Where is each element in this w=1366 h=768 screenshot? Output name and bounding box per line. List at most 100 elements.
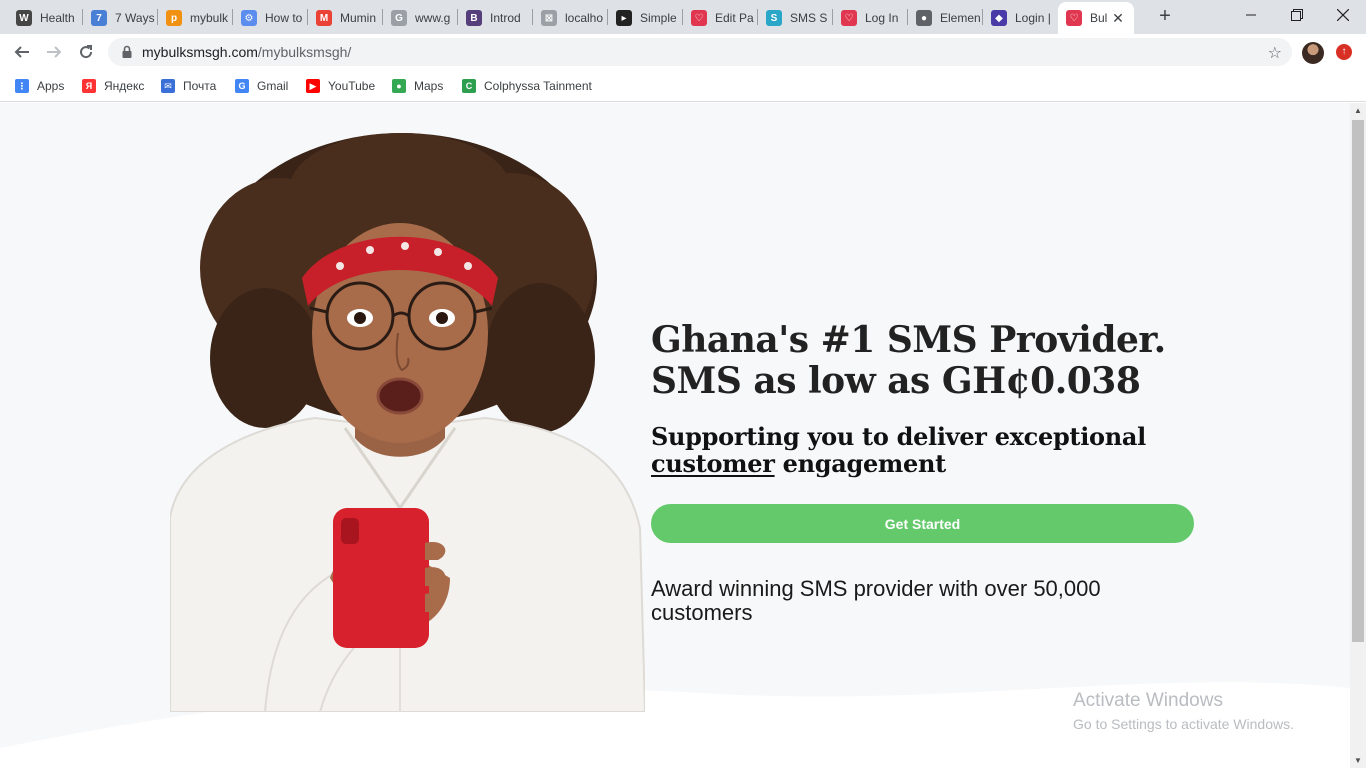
- bookmark-colphyssa-tainment[interactable]: C Colphyssa Tainment: [462, 77, 592, 95]
- back-arrow-icon: [14, 46, 29, 58]
- figure-icon: 7: [91, 10, 107, 26]
- bookmark-label: Apps: [37, 79, 65, 93]
- forward-arrow-icon: [47, 46, 62, 58]
- tab[interactable]: ⊠ localho: [533, 2, 608, 34]
- gmail-icon: M: [316, 10, 332, 26]
- tab[interactable]: W Health: [8, 2, 83, 34]
- extension-update-icon[interactable]: ↑: [1336, 44, 1352, 60]
- bookmark-label: Gmail: [257, 79, 289, 93]
- bookmark-maps[interactable]: ● Maps: [392, 77, 443, 95]
- hero-headline: Ghana's #1 SMS Provider. SMS as low as G…: [651, 320, 1211, 402]
- globe-icon: ●: [916, 10, 932, 26]
- address-url: mybulksmsgh.com/mybulksmsgh/: [142, 44, 351, 60]
- bookmark-label: Почта: [183, 79, 217, 93]
- bookmark-youtube[interactable]: ▶ YouTube: [306, 77, 375, 95]
- gear-icon: ⚙: [241, 10, 257, 26]
- bookmark-apps[interactable]: ⋮ Apps: [15, 77, 64, 95]
- tab-title: SMS S: [790, 11, 828, 25]
- tab[interactable]: ♡ Log In: [833, 2, 908, 34]
- page-scrollbar[interactable]: ▲ ▼: [1350, 103, 1366, 768]
- yandex-icon: Я: [82, 79, 96, 93]
- tab[interactable]: Gwww.g: [383, 2, 458, 34]
- tab-title: mybulk: [190, 11, 229, 25]
- broken-image-icon: ⊠: [541, 10, 557, 26]
- tab[interactable]: B Introd: [458, 2, 533, 34]
- bulksms-icon: ♡: [841, 10, 857, 26]
- bookmark-label: YouTube: [328, 79, 376, 93]
- minimize-button[interactable]: [1228, 0, 1274, 30]
- close-icon: [1337, 9, 1349, 21]
- bootstrap-icon: B: [466, 10, 482, 26]
- hero-subheading: Supporting you to deliver exceptional cu…: [651, 423, 1211, 477]
- back-button[interactable]: [8, 38, 36, 66]
- subhead-line-2: customer engagement: [651, 450, 1211, 477]
- get-started-button[interactable]: Get Started: [651, 504, 1194, 543]
- subhead-line-1: Supporting you to deliver exceptional: [651, 422, 1146, 451]
- wordpress-icon: W: [16, 10, 32, 26]
- windows-activation-watermark: Activate Windows Go to Settings to activ…: [1073, 689, 1294, 733]
- watermark-title: Activate Windows: [1073, 690, 1223, 711]
- tab[interactable]: S SMS S: [758, 2, 833, 34]
- tab-title: Introd: [490, 11, 521, 25]
- tab-title: Simple: [640, 11, 677, 25]
- phpmyadmin-icon: p: [166, 10, 182, 26]
- tab-title: Elemen: [940, 11, 981, 25]
- hero-photo: [170, 133, 645, 712]
- bookmark-gmail[interactable]: G Gmail: [235, 77, 288, 95]
- bulksms-icon: ♡: [691, 10, 707, 26]
- minimize-icon: [1246, 14, 1256, 16]
- bookmark-label: Maps: [414, 79, 444, 93]
- new-tab-button[interactable]: +: [1153, 5, 1177, 29]
- tab-title: www.g: [415, 11, 451, 25]
- subhead-rest: engagement: [774, 449, 947, 478]
- page-viewport: Ghana's #1 SMS Provider. SMS as low as G…: [0, 103, 1350, 768]
- tab[interactable]: ● Elemen: [908, 2, 983, 34]
- tab[interactable]: ◆ Login |: [983, 2, 1058, 34]
- forward-button[interactable]: [40, 38, 68, 66]
- close-tab-icon[interactable]: ✕: [1110, 10, 1126, 26]
- tab[interactable]: p mybulk: [158, 2, 233, 34]
- tab-title: Log In: [865, 11, 899, 25]
- restore-icon: [1291, 9, 1303, 21]
- bookmark-почта[interactable]: ✉ Почта: [161, 77, 216, 95]
- watermark-subtitle: Go to Settings to activate Windows.: [1073, 716, 1294, 732]
- scroll-up-arrow-icon[interactable]: ▲: [1354, 106, 1362, 115]
- google-icon: G: [391, 10, 407, 26]
- tab[interactable]: M Mumin: [308, 2, 383, 34]
- scrollbar-thumb[interactable]: [1352, 120, 1364, 642]
- bookmark-яндекс[interactable]: Я Яндекс: [82, 77, 144, 95]
- hero-tagline: Award winning SMS provider with over 50,…: [651, 576, 1101, 625]
- tab[interactable]: ⚙ How to: [233, 2, 308, 34]
- tab-title: Bul: [1090, 11, 1108, 25]
- profile-avatar[interactable]: [1302, 42, 1324, 64]
- headline-line-1: Ghana's #1 SMS Provider.: [651, 319, 1166, 361]
- reload-icon: [80, 45, 93, 59]
- tab-strip: W Health 7 7 Ways p mybulk ⚙ How to M Mumin Gwww.g…: [0, 0, 1366, 34]
- scroll-down-arrow-icon[interactable]: ▼: [1354, 756, 1362, 765]
- cursor-icon: ▸: [616, 10, 632, 26]
- tab-title: Mumin: [340, 11, 377, 25]
- bookmark-label: Colphyssa Tainment: [484, 79, 592, 93]
- colphyssa-icon: C: [462, 79, 476, 93]
- apps-grid-icon: ⋮: [15, 79, 29, 93]
- bookmark-label: Яндекс: [104, 79, 145, 93]
- tab-title: 7 Ways: [115, 11, 155, 25]
- tab[interactable]: ▸ Simple: [608, 2, 683, 34]
- bulksms-icon: ♡: [1066, 10, 1082, 26]
- tab[interactable]: 7 7 Ways: [83, 2, 158, 34]
- tab-active[interactable]: ♡ Bul ✕: [1058, 2, 1134, 34]
- close-window-button[interactable]: [1320, 0, 1366, 30]
- youtube-icon: ▶: [306, 79, 320, 93]
- subhead-underlined-word: customer: [651, 449, 775, 478]
- tab[interactable]: ♡ Edit Pa: [683, 2, 758, 34]
- bookmark-star-icon[interactable]: ☆: [1268, 43, 1282, 63]
- headline-line-2: SMS as low as GH¢0.038: [651, 360, 1141, 402]
- restore-button[interactable]: [1274, 0, 1320, 30]
- open-mouth: [376, 377, 424, 415]
- address-bar[interactable]: mybulksmsgh.com/mybulksmsgh/ ☆: [108, 38, 1292, 66]
- tab-title: Edit Pa: [715, 11, 754, 25]
- bookmarks-bar: ⋮ Apps Я Яндекс ✉ Почта G Gmail ▶ YouTube ● Maps C Co…: [0, 70, 1366, 102]
- tab-title: Health: [40, 11, 75, 25]
- sms-logo-icon: S: [766, 10, 782, 26]
- reload-button[interactable]: [72, 38, 100, 66]
